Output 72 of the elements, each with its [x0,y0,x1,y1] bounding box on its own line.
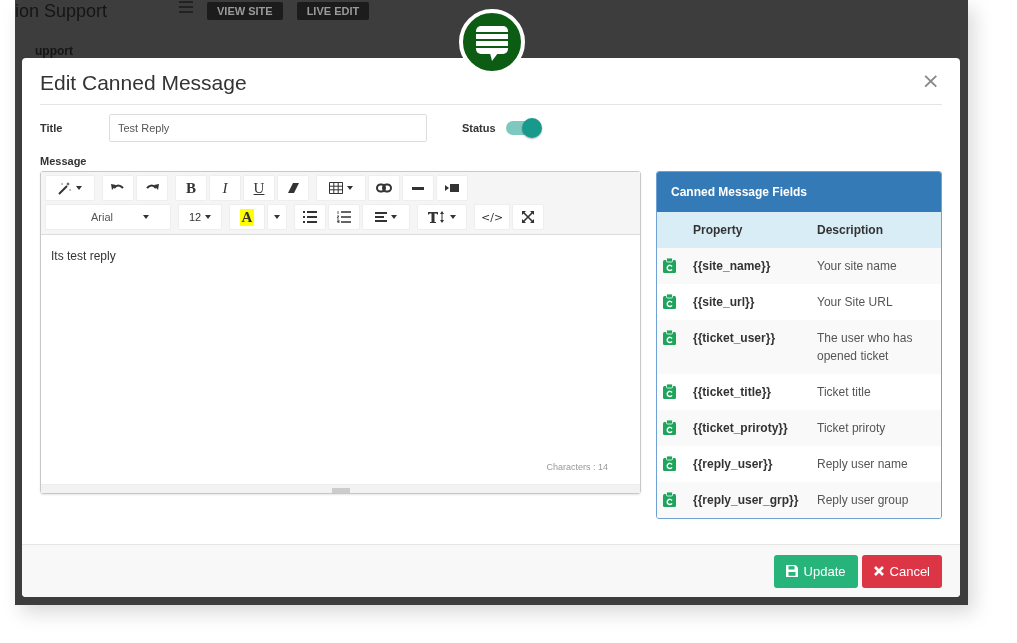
toolbar-button[interactable]: I [209,175,241,201]
clipboard-icon[interactable] [663,420,676,435]
property-cell-text: {{ticket_user}} [693,330,776,347]
toolbar-button[interactable]: </> [474,204,511,230]
resize-handle[interactable] [331,488,350,493]
numbered-list-icon [337,211,351,223]
property-cell-text: {{ticket_priroty}} [693,420,788,437]
toolbar-button[interactable]: B [175,175,207,201]
description-cell-text: Ticket title [817,384,872,401]
bullet-list-icon [303,211,317,223]
toolbar-button[interactable] [368,175,400,201]
expand-icon [522,211,535,223]
line-height-icon [428,211,446,223]
caret-icon [274,215,280,219]
toolbar-button[interactable] [417,204,467,230]
property-cell-text: {{site_name}} [693,258,771,275]
cancel-button[interactable]: Cancel [861,554,942,588]
clipboard-icon[interactable] [663,384,676,399]
toolbar-button[interactable] [328,204,360,230]
toolbar-button[interactable]: 12 [178,204,222,230]
toolbar-button[interactable]: Arial [45,204,171,230]
close-icon [873,566,884,576]
save-icon [785,565,798,577]
panel-title: Canned Message Fields [671,185,808,199]
column-header: Property [693,223,743,237]
link-icon [376,183,392,193]
video-icon [445,183,459,193]
property-cell-text: {{ticket_title}} [693,384,772,401]
description-cell-text: Your Site URL [817,294,894,311]
toolbar-button[interactable]: A [229,204,265,230]
description-cell-text: Your site name [817,258,898,275]
description-cell-text: The user who has opened ticket [817,330,914,365]
title-input[interactable]: Test Reply [109,114,427,142]
wand-icon [58,181,72,195]
message-text: Its test reply [51,249,117,263]
field-label: Title [40,122,64,134]
header-button[interactable]: VIEW SITE [207,2,283,20]
field-label: Message [40,155,88,167]
toolbar-button[interactable] [45,175,95,201]
description-cell-text: Reply user group [817,492,910,509]
description-cell-text: Reply user name [817,456,909,473]
clipboard-icon[interactable] [663,330,676,345]
toolbar-button[interactable] [102,175,134,201]
property-cell-text: {{reply_user}} [693,456,773,473]
toolbar-button[interactable] [402,175,434,201]
dialog-title: Edit Canned Message [40,70,247,95]
character-count: Characters : 14 [546,462,608,472]
dropdown-button[interactable] [267,204,287,230]
eraser-icon [287,182,299,194]
property-cell-text: {{reply_user_grp}} [693,492,799,509]
close-button[interactable]: × [919,67,942,93]
toolbar-button[interactable] [136,175,168,201]
status-toggle[interactable] [505,121,540,135]
toolbar-button[interactable] [436,175,468,201]
description-cell-text: Ticket priroty [817,420,887,437]
clipboard-icon[interactable] [663,294,676,309]
column-header: Description [817,223,883,237]
toolbar-button[interactable] [277,175,309,201]
minus-icon [412,186,424,190]
table-icon [329,182,343,194]
property-cell-text: {{site_url}} [693,294,755,311]
toolbar-button[interactable]: U [243,175,275,201]
clipboard-icon[interactable] [663,492,676,507]
toolbar-button[interactable] [316,175,366,201]
toolbar-button[interactable] [512,204,545,230]
header-button[interactable]: LIVE EDIT [296,2,370,20]
clipboard-icon[interactable] [663,456,676,471]
toolbar-button[interactable] [362,204,410,230]
align-icon [375,212,387,222]
field-label: Status [462,122,496,134]
toolbar-button[interactable] [294,204,326,230]
clipboard-icon[interactable] [663,258,676,273]
